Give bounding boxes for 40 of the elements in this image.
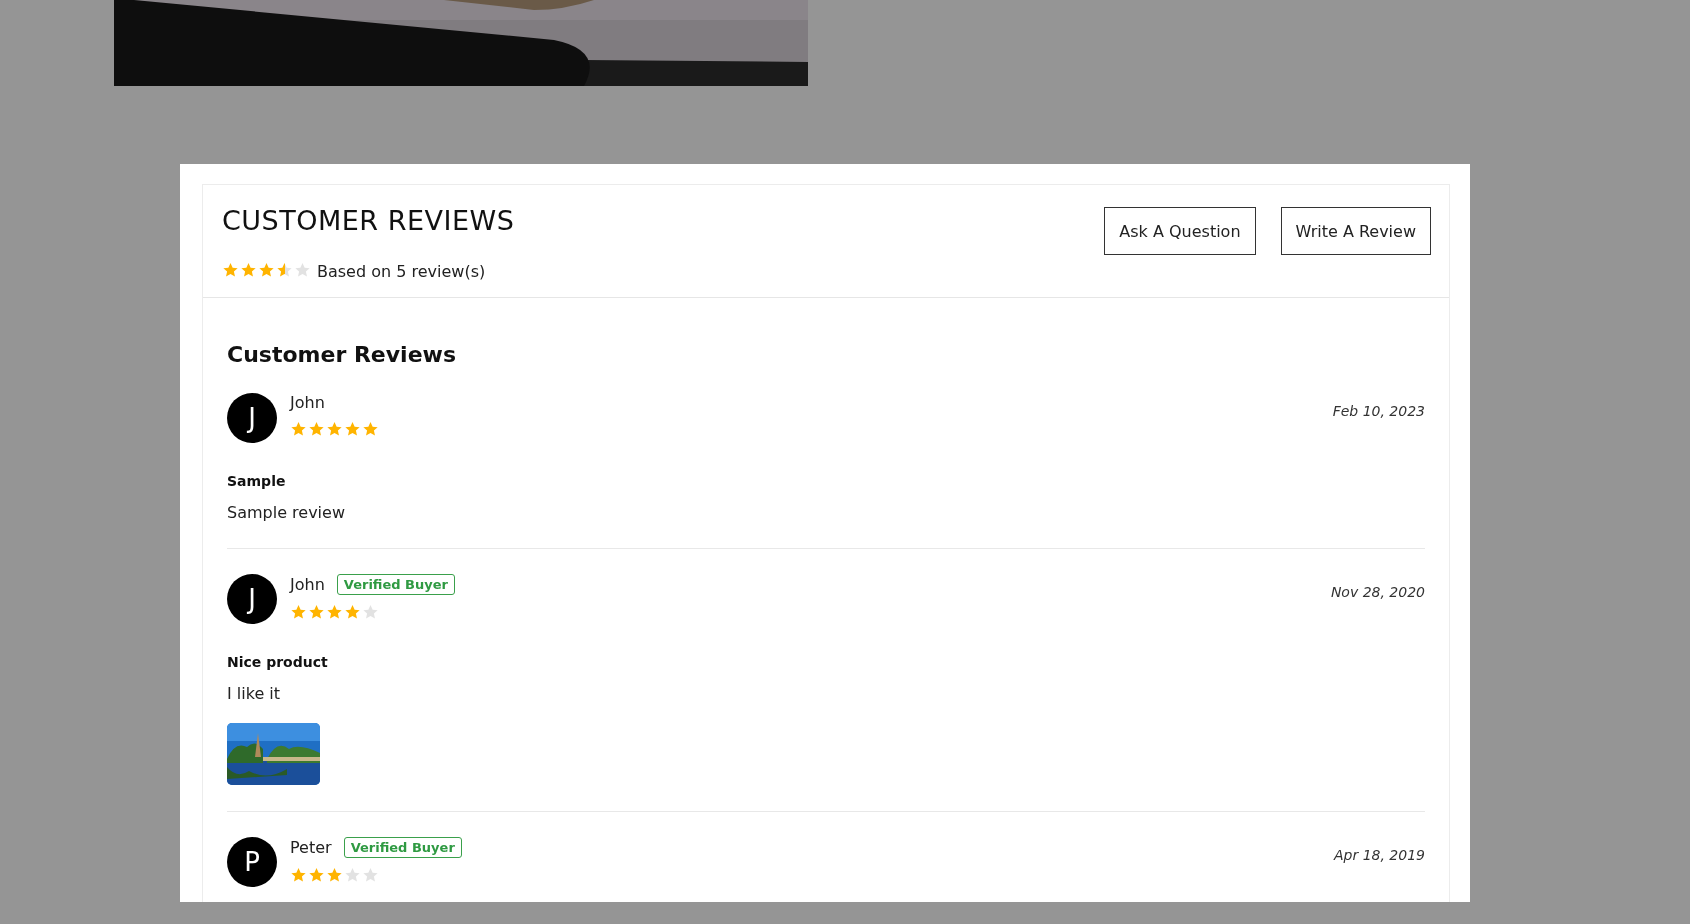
reviewer-name: John — [290, 575, 325, 594]
star-icon — [326, 421, 343, 437]
verified-badge: Verified Buyer — [336, 574, 455, 595]
star-icon — [308, 421, 325, 437]
star-icon — [290, 421, 307, 437]
reviewer-name: Peter — [290, 838, 332, 857]
star-icon — [308, 867, 325, 883]
write-review-button[interactable]: Write A Review — [1280, 207, 1431, 255]
ask-question-button[interactable]: Ask A Question — [1104, 207, 1256, 255]
star-icon — [344, 867, 361, 883]
avatar: J — [227, 393, 277, 443]
review-date: Feb 10, 2023 — [1332, 403, 1425, 419]
star-icon — [344, 421, 361, 437]
star-icon — [294, 262, 311, 278]
review-date: Apr 18, 2019 — [1334, 847, 1425, 863]
star-icon — [362, 421, 379, 437]
star-icon — [344, 604, 361, 620]
reviews-title: CUSTOMER REVIEWS — [222, 205, 515, 236]
star-icon — [258, 262, 275, 278]
review-title: Sample — [227, 473, 287, 489]
star-icon — [362, 604, 379, 620]
review-text: Sample review — [227, 503, 346, 522]
review-date: Nov 28, 2020 — [1330, 584, 1425, 600]
review-text: I like it — [227, 684, 282, 703]
star-icon — [362, 867, 379, 883]
star-icon — [308, 604, 325, 620]
review-count: Based on 5 review(s) — [317, 262, 486, 281]
section-title: Customer Reviews — [227, 342, 457, 367]
star-icon — [290, 604, 307, 620]
star-icon — [326, 604, 343, 620]
verified-badge: Verified Buyer — [343, 837, 462, 858]
reviewer-name: John — [290, 393, 325, 412]
review-title: Nice product — [227, 654, 329, 670]
star-icon — [240, 262, 257, 278]
star-icon — [276, 262, 293, 278]
avatar: P — [227, 837, 277, 887]
star-icon — [222, 262, 239, 278]
star-icon — [290, 867, 307, 883]
avatar: J — [227, 574, 277, 624]
star-icon — [326, 867, 343, 883]
